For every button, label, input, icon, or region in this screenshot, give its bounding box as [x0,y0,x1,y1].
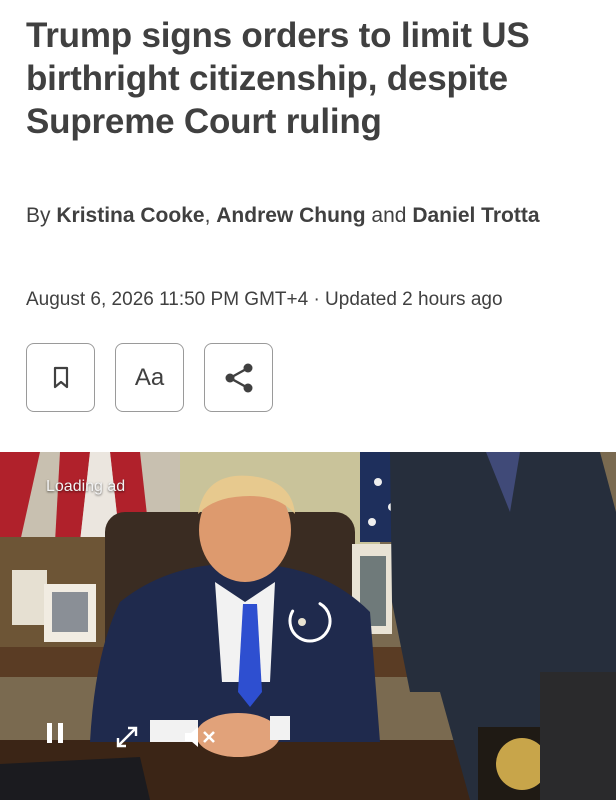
expand-icon [116,726,138,748]
mute-button[interactable] [180,722,220,752]
video-player[interactable]: Loading ad [0,452,616,800]
article-dateline: August 6, 2026 11:50 PM GMT+4 · Updated … [26,289,503,310]
loading-spinner-icon [288,599,332,643]
text-size-label: Aa [134,363,165,391]
loading-ad-label: Loading ad [46,478,126,495]
bookmark-button[interactable] [26,343,95,412]
byline-and: and [371,204,407,227]
mute-icon [185,727,215,747]
byline-prefix: By [26,204,51,227]
article-actions: Aa [26,343,273,412]
article-headline: Trump signs orders to limit US birthrigh… [26,16,530,141]
author-link-daniel-trotta[interactable]: Daniel Trotta [412,204,539,227]
author-link-kristina-cooke[interactable]: Kristina Cooke [56,204,204,227]
pause-icon [47,723,63,743]
share-button[interactable] [204,343,273,412]
bookmark-icon [53,366,68,388]
share-icon [225,363,252,392]
byline-comma: , [204,204,211,227]
author-link-andrew-chung[interactable]: Andrew Chung [216,204,365,227]
pause-button[interactable] [40,718,70,748]
article-byline: By Kristina Cooke, Andrew Chung and Dani… [26,196,586,236]
text-size-button[interactable]: Aa [115,343,184,412]
fullscreen-button[interactable] [112,722,142,752]
